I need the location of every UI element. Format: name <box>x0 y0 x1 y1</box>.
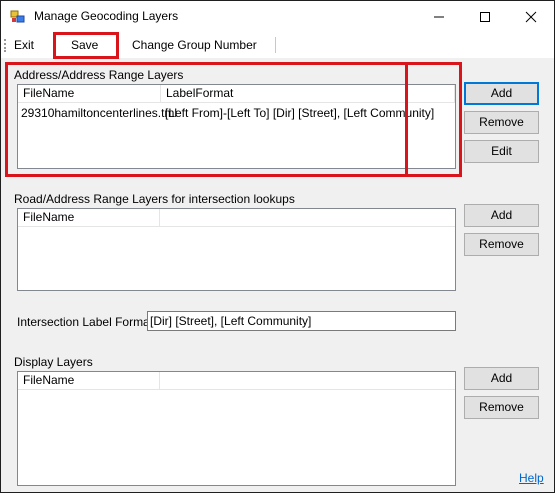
address-remove-button[interactable]: Remove <box>464 111 539 134</box>
road-layers-list[interactable]: FileName <box>17 208 456 291</box>
address-add-button[interactable]: Add <box>464 82 539 105</box>
menu-change-group-number[interactable]: Change Group Number <box>132 38 257 52</box>
display-section-label: Display Layers <box>14 355 93 369</box>
address-edit-button[interactable]: Edit <box>464 140 539 163</box>
maximize-button[interactable] <box>462 1 508 32</box>
close-icon <box>525 11 537 23</box>
title-bar: Manage Geocoding Layers <box>1 1 554 32</box>
road-list-header: FileName <box>18 209 455 227</box>
intersection-label: Intersection Label Format <box>17 315 154 329</box>
display-list-header: FileName <box>18 372 455 390</box>
save-highlight-box <box>53 32 119 59</box>
layers-icon <box>10 9 26 25</box>
intersection-format-field[interactable]: [Dir] [Street], [Left Community] <box>147 311 456 331</box>
minimize-icon <box>434 16 444 18</box>
window-title: Manage Geocoding Layers <box>34 9 179 23</box>
address-section-highlight-box-left <box>5 62 462 177</box>
help-link[interactable]: Help <box>519 471 544 485</box>
display-remove-button[interactable]: Remove <box>464 396 539 419</box>
minimize-button[interactable] <box>416 1 462 32</box>
column-filename[interactable]: FileName <box>18 209 160 226</box>
menu-exit[interactable]: Exit <box>14 38 34 52</box>
column-empty <box>160 372 455 389</box>
toolbar-grip-icon <box>4 39 6 52</box>
maximize-icon <box>480 12 490 22</box>
column-empty <box>160 209 455 226</box>
display-add-button[interactable]: Add <box>464 367 539 390</box>
display-layers-list[interactable]: FileName <box>17 371 456 486</box>
column-filename[interactable]: FileName <box>18 372 160 389</box>
close-button[interactable] <box>508 1 554 32</box>
menu-separator <box>275 37 276 53</box>
road-add-button[interactable]: Add <box>464 204 539 227</box>
manage-geocoding-layers-window: Manage Geocoding Layers Exit Save Change… <box>0 0 555 493</box>
road-remove-button[interactable]: Remove <box>464 233 539 256</box>
road-section-label: Road/Address Range Layers for intersecti… <box>14 192 295 206</box>
